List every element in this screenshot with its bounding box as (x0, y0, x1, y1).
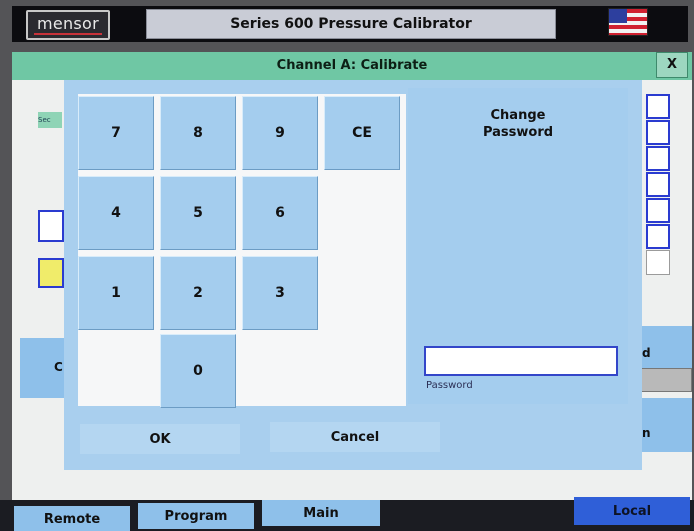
model-title: Series 600 Pressure Calibrator (146, 9, 556, 39)
background-cell-column (646, 94, 670, 276)
key-6[interactable]: 6 (242, 176, 318, 250)
background-highlight-field (38, 258, 64, 288)
background-right-button-label: n (642, 426, 651, 440)
background-cell (646, 250, 670, 275)
mensor-logo: mensor (26, 10, 110, 40)
tab-program[interactable]: Program (138, 503, 254, 529)
background-cell (646, 198, 670, 223)
background-cell (646, 94, 670, 119)
key-7[interactable]: 7 (78, 96, 154, 170)
background-cell (646, 172, 670, 197)
key-0[interactable]: 0 (160, 334, 236, 408)
close-button[interactable]: X (656, 52, 688, 78)
tab-remote[interactable]: Remote (14, 506, 130, 531)
logo-text: mensor (36, 14, 100, 33)
ok-button[interactable]: OK (80, 424, 240, 454)
background-field (38, 210, 64, 242)
key-2[interactable]: 2 (160, 256, 236, 330)
tab-main[interactable]: Main (262, 500, 380, 526)
password-input[interactable] (424, 346, 618, 376)
password-label: Password (426, 380, 473, 391)
key-8[interactable]: 8 (160, 96, 236, 170)
background-gray-field (636, 368, 692, 392)
key-4[interactable]: 4 (78, 176, 154, 250)
background-right-button-label: d (642, 346, 651, 360)
key-5[interactable]: 5 (160, 176, 236, 250)
background-cell (646, 224, 670, 249)
background-left-button-label: C (54, 360, 63, 374)
key-1[interactable]: 1 (78, 256, 154, 330)
tab-local[interactable]: Local (574, 497, 690, 525)
change-password-title: Change Password (482, 108, 554, 140)
background-cell (646, 146, 670, 171)
cancel-button[interactable]: Cancel (270, 422, 440, 452)
background-tag: Sec (38, 112, 62, 128)
background-left-button: C (20, 338, 66, 398)
flag-canton (609, 9, 627, 23)
key-clear-entry[interactable]: CE (324, 96, 400, 170)
background-cell (646, 120, 670, 145)
us-flag-icon[interactable] (608, 8, 648, 36)
key-3[interactable]: 3 (242, 256, 318, 330)
logo-underline (34, 33, 102, 35)
channel-title: Channel A: Calibrate (276, 58, 428, 73)
key-9[interactable]: 9 (242, 96, 318, 170)
